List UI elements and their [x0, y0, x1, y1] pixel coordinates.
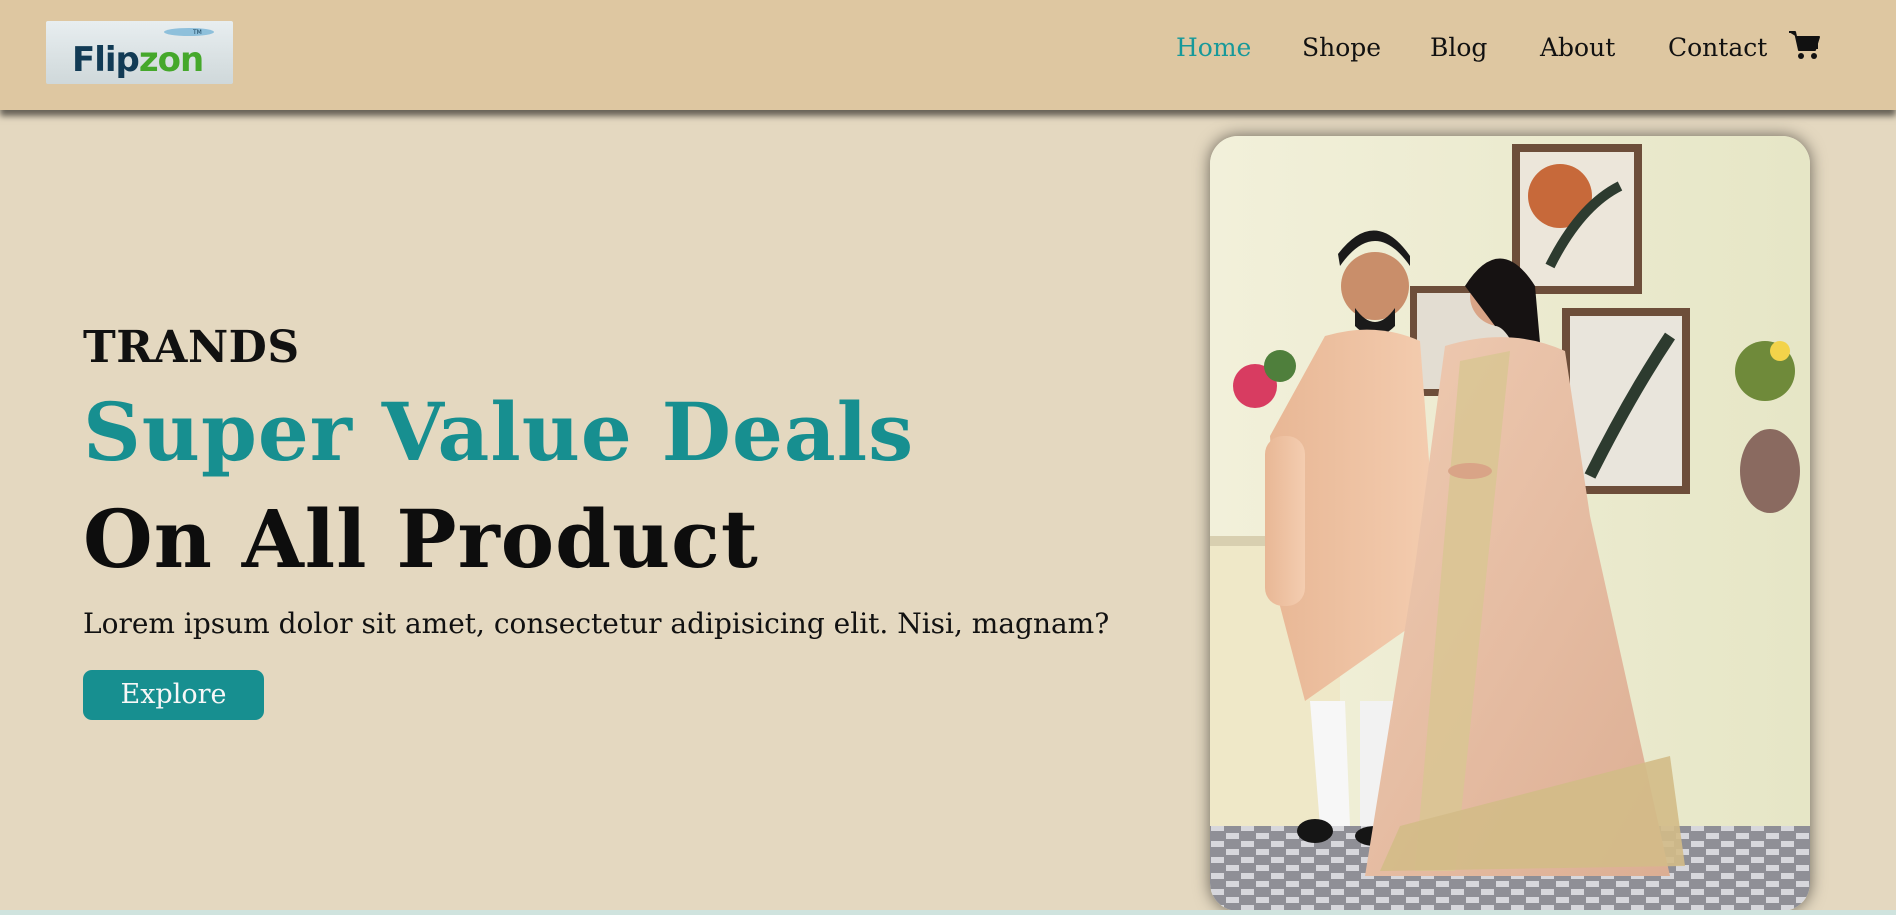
- page-bottom-divider: [0, 910, 1896, 915]
- nav-shope[interactable]: Shope: [1302, 30, 1381, 66]
- couple-photo-illustration: [1210, 136, 1810, 911]
- hero-headline-accent: Super Value Deals: [83, 385, 915, 479]
- explore-button[interactable]: Explore: [83, 670, 264, 720]
- nav-home[interactable]: Home: [1176, 30, 1251, 66]
- nav-blog[interactable]: Blog: [1430, 30, 1487, 66]
- cart-icon[interactable]: [1787, 28, 1821, 62]
- hero-image: [1210, 136, 1810, 911]
- hero-description: Lorem ipsum dolor sit amet, consectetur …: [83, 607, 1110, 640]
- hero-headline: On All Product: [83, 492, 759, 586]
- hero-eyebrow: TRANDS: [83, 322, 300, 373]
- nav-about[interactable]: About: [1540, 30, 1615, 66]
- hero-copy: TRANDS Super Value Deals On All Product …: [83, 318, 1133, 720]
- nav-contact[interactable]: Contact: [1668, 30, 1767, 66]
- site-header: TM Flip zon Home Shope Blog About Contact: [0, 0, 1896, 110]
- main-nav: Home Shope Blog About Contact: [0, 30, 1896, 66]
